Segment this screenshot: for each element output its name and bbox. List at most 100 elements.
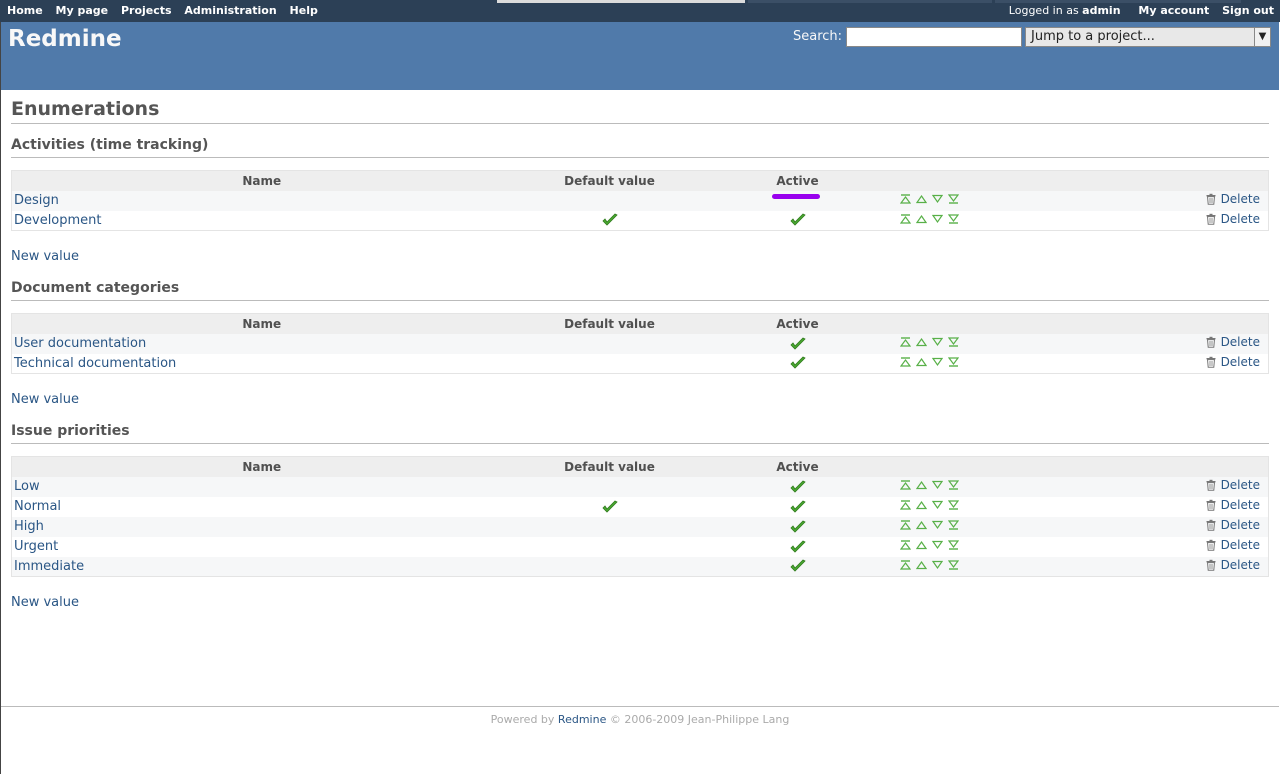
delete-button[interactable]: Delete <box>1205 538 1260 552</box>
menu-help-link[interactable]: Help <box>290 4 318 17</box>
delete-label: Delete <box>1220 478 1260 492</box>
enumeration-name-link[interactable]: Normal <box>14 499 61 514</box>
move-up-icon[interactable] <box>915 336 927 347</box>
move-bottom-icon[interactable] <box>947 479 959 490</box>
move-up-icon[interactable] <box>915 539 927 550</box>
table-body: Low Delete Normal Delete High Delete Urgent Del… <box>11 476 1269 577</box>
move-down-icon[interactable] <box>931 499 943 510</box>
move-up-icon[interactable] <box>915 519 927 530</box>
sort-cell <box>887 353 1018 374</box>
move-up-icon[interactable] <box>915 213 927 223</box>
footer-redmine-link[interactable]: Redmine <box>558 713 606 726</box>
new-value-link-issue-priorities[interactable]: New value <box>11 595 79 610</box>
delete-button[interactable]: Delete <box>1205 498 1260 512</box>
move-down-icon[interactable] <box>931 559 943 569</box>
move-up-icon[interactable] <box>915 479 927 490</box>
top-menu-left: Home My page Projects Administration Hel… <box>7 4 327 17</box>
menu-my-page-link[interactable]: My page <box>56 4 109 17</box>
enumeration-name-link[interactable]: Design <box>14 193 59 208</box>
move-bottom-icon[interactable] <box>947 539 959 550</box>
default-value-cell <box>511 210 708 231</box>
menu-projects-link[interactable]: Projects <box>121 4 172 17</box>
column-header-actions <box>1017 456 1269 477</box>
name-cell: High <box>11 516 512 537</box>
move-up-icon[interactable] <box>915 499 927 510</box>
move-top-icon[interactable] <box>899 213 911 224</box>
logged-in-label: Logged in as <box>1008 4 1079 17</box>
delete-button[interactable]: Delete <box>1205 518 1260 532</box>
move-down-icon[interactable] <box>931 539 943 550</box>
sort-controls <box>899 356 959 367</box>
move-up-icon[interactable] <box>915 559 927 569</box>
new-value-link-document-categories[interactable]: New value <box>11 392 79 407</box>
checkmark-icon <box>789 500 806 514</box>
activities-table: Name Default value Active Design Delete De… <box>11 170 1269 231</box>
enumeration-name-link[interactable]: Low <box>14 479 40 494</box>
user-link[interactable]: admin <box>1082 4 1120 17</box>
checkmark-icon <box>789 213 806 227</box>
browser-tab-strip <box>995 0 1241 3</box>
chevron-down-icon[interactable]: ▼ <box>1254 28 1270 46</box>
column-header-name: Name <box>11 313 512 334</box>
move-top-icon[interactable] <box>899 559 911 570</box>
actions-cell: Delete <box>1017 333 1269 354</box>
move-bottom-icon[interactable] <box>947 519 959 530</box>
my-account-link[interactable]: My account <box>1138 4 1209 17</box>
move-bottom-icon[interactable] <box>947 499 959 510</box>
move-top-icon[interactable] <box>899 539 911 550</box>
move-bottom-icon[interactable] <box>947 193 959 204</box>
move-bottom-icon[interactable] <box>947 336 959 347</box>
move-bottom-icon[interactable] <box>947 356 959 367</box>
delete-button[interactable]: Delete <box>1205 192 1260 206</box>
move-down-icon[interactable] <box>931 519 943 530</box>
name-cell: Urgent <box>11 536 512 557</box>
enumeration-name-link[interactable]: Immediate <box>14 559 84 574</box>
delete-button[interactable]: Delete <box>1205 558 1260 572</box>
actions-cell: Delete <box>1017 516 1269 537</box>
delete-button[interactable]: Delete <box>1205 212 1260 226</box>
actions-cell: Delete <box>1017 210 1269 231</box>
name-cell: Low <box>11 476 512 497</box>
move-bottom-icon[interactable] <box>947 213 959 224</box>
top-menu: Home My page Projects Administration Hel… <box>0 0 1280 22</box>
move-top-icon[interactable] <box>899 336 911 347</box>
active-cell <box>707 210 888 231</box>
move-top-icon[interactable] <box>899 519 911 530</box>
default-value-cell <box>511 333 708 354</box>
move-down-icon[interactable] <box>931 356 943 366</box>
sort-controls <box>899 539 959 550</box>
jump-to-project-select[interactable]: Jump to a project... ▼ <box>1025 27 1271 47</box>
enumeration-name-link[interactable]: Technical documentation <box>14 356 176 371</box>
move-top-icon[interactable] <box>899 356 911 367</box>
column-header-active: Active <box>707 456 888 477</box>
delete-button[interactable]: Delete <box>1205 478 1260 492</box>
enumeration-name-link[interactable]: Development <box>14 213 102 228</box>
move-up-icon[interactable] <box>915 356 927 366</box>
move-top-icon[interactable] <box>899 193 911 204</box>
enumeration-name-link[interactable]: User documentation <box>14 336 146 351</box>
column-header-name: Name <box>11 170 512 191</box>
enumeration-name-link[interactable]: High <box>14 519 44 534</box>
move-down-icon[interactable] <box>931 336 943 347</box>
move-up-icon[interactable] <box>915 193 927 204</box>
move-down-icon[interactable] <box>931 193 943 204</box>
name-cell: Technical documentation <box>11 353 512 374</box>
move-bottom-icon[interactable] <box>947 559 959 570</box>
menu-home-link[interactable]: Home <box>7 4 43 17</box>
trash-icon <box>1205 356 1217 368</box>
menu-administration-link[interactable]: Administration <box>184 4 276 17</box>
move-top-icon[interactable] <box>899 499 911 510</box>
table-body: User documentation Delete Technical docume… <box>11 333 1269 374</box>
sort-cell <box>887 556 1018 577</box>
move-down-icon[interactable] <box>931 213 943 223</box>
name-cell: Design <box>11 190 512 211</box>
move-top-icon[interactable] <box>899 479 911 490</box>
checkmark-icon <box>601 500 618 514</box>
new-value-link-activities[interactable]: New value <box>11 249 79 264</box>
sign-out-link[interactable]: Sign out <box>1222 4 1274 17</box>
search-input[interactable] <box>846 27 1022 47</box>
delete-button[interactable]: Delete <box>1205 335 1260 349</box>
move-down-icon[interactable] <box>931 479 943 490</box>
enumeration-name-link[interactable]: Urgent <box>14 539 58 554</box>
delete-button[interactable]: Delete <box>1205 355 1260 369</box>
